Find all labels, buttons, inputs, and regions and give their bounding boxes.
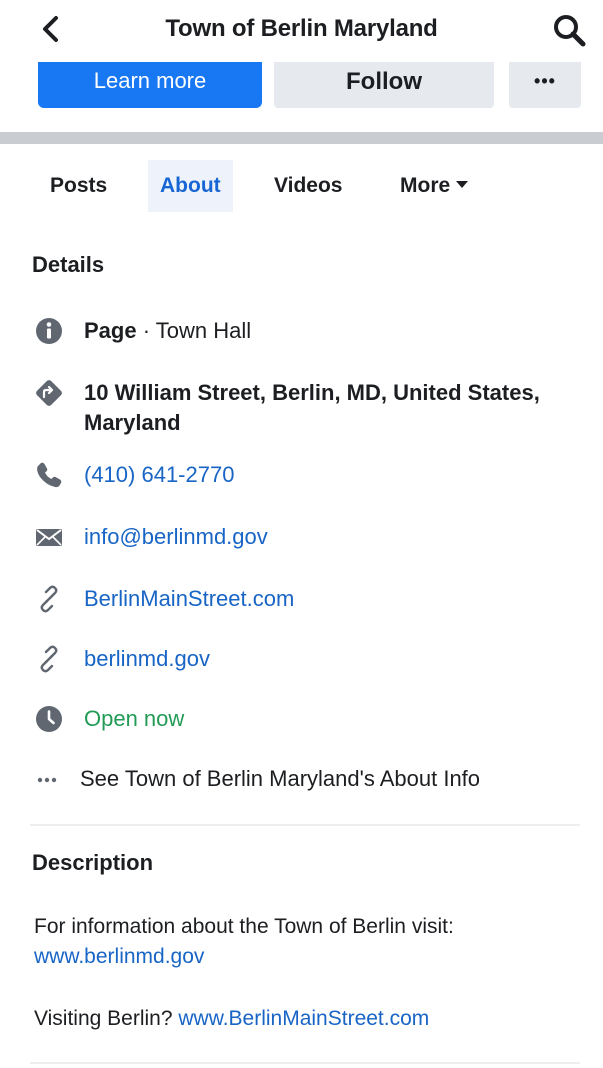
- tab-more[interactable]: More: [400, 160, 469, 212]
- hours-status: Open now: [84, 706, 185, 731]
- address-text: 10 William Street, Berlin, MD, United St…: [84, 380, 540, 435]
- top-bar: Town of Berlin Maryland: [0, 0, 603, 58]
- caret-down-icon: [456, 180, 469, 188]
- description-text-2: Visiting Berlin?: [34, 1007, 179, 1030]
- page-label: Page: [84, 318, 137, 343]
- tab-posts[interactable]: Posts: [50, 160, 107, 212]
- section-divider: [0, 132, 603, 144]
- website-row-2[interactable]: berlinmd.gov: [34, 644, 594, 676]
- website-link-1[interactable]: BerlinMainStreet.com: [84, 584, 294, 614]
- tab-videos[interactable]: Videos: [274, 160, 342, 212]
- description-paragraph-1: For information about the Town of Berlin…: [34, 912, 594, 972]
- description-link-1[interactable]: www.berlinmd.gov: [34, 942, 594, 972]
- divider: [30, 1062, 580, 1064]
- page-separator: ·: [136, 318, 156, 343]
- info-icon: [36, 318, 62, 344]
- tab-about[interactable]: About: [148, 160, 233, 212]
- directions-icon: [36, 380, 62, 406]
- tab-bar: Posts About Videos More: [0, 160, 603, 212]
- description-link-2[interactable]: www.BerlinMainStreet.com: [178, 1007, 429, 1030]
- website-link-2[interactable]: berlinmd.gov: [84, 644, 210, 674]
- details-title: Details: [32, 252, 105, 277]
- see-about-row[interactable]: See Town of Berlin Maryland's About Info: [34, 764, 594, 796]
- description-title: Description: [32, 850, 154, 875]
- action-buttons: Learn more Follow •••: [0, 62, 603, 112]
- follow-button[interactable]: Follow: [274, 62, 494, 108]
- divider: [30, 824, 580, 826]
- link-icon: [40, 645, 58, 673]
- phone-row[interactable]: (410) 641-2770: [34, 460, 594, 492]
- page-category-row: Page · Town Hall: [34, 316, 594, 348]
- phone-link[interactable]: (410) 641-2770: [84, 460, 234, 490]
- envelope-icon: [36, 529, 62, 546]
- tab-more-label: More: [400, 174, 451, 197]
- more-options-button[interactable]: •••: [509, 62, 581, 108]
- link-icon: [40, 585, 58, 613]
- clock-icon: [36, 706, 62, 732]
- email-row[interactable]: info@berlinmd.gov: [34, 522, 594, 554]
- description-paragraph-2: Visiting Berlin? www.BerlinMainStreet.co…: [34, 1004, 594, 1034]
- page-category: Town Hall: [155, 318, 252, 343]
- see-about-link[interactable]: See Town of Berlin Maryland's About Info: [80, 764, 480, 794]
- address-row[interactable]: 10 William Street, Berlin, MD, United St…: [34, 378, 594, 440]
- phone-icon: [37, 462, 62, 488]
- hours-row[interactable]: Open now: [34, 704, 594, 736]
- email-link[interactable]: info@berlinmd.gov: [84, 522, 268, 552]
- website-row-1[interactable]: BerlinMainStreet.com: [34, 584, 594, 616]
- learn-more-button[interactable]: Learn more: [38, 62, 262, 108]
- more-dots-icon: [37, 777, 57, 783]
- description-text-1: For information about the Town of Berlin…: [34, 915, 454, 938]
- page-title: Town of Berlin Maryland: [165, 15, 438, 42]
- search-icon[interactable]: [551, 12, 587, 48]
